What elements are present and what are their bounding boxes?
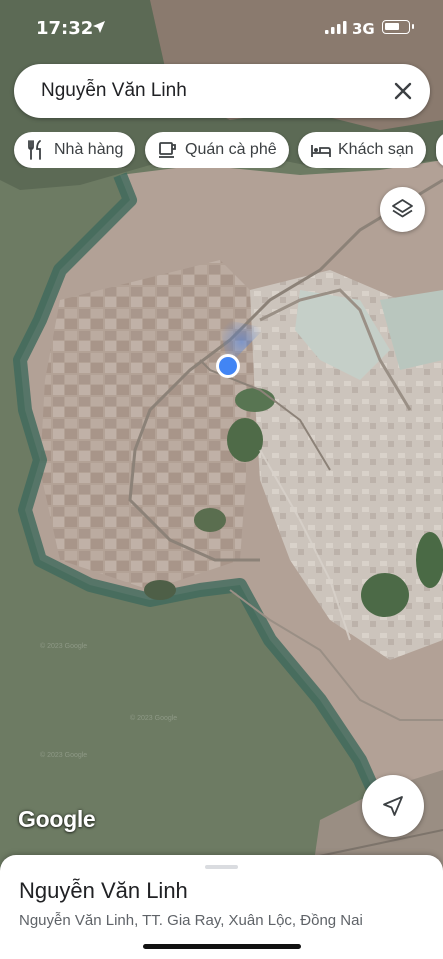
map-watermark: © 2023 Google — [40, 751, 87, 759]
status-time: 17:32 — [36, 18, 94, 39]
place-address: Nguyễn Văn Linh, TT. Gia Ray, Xuân Lộc, … — [19, 912, 363, 929]
layers-icon — [392, 199, 413, 218]
chip-label: Quán cà phê — [185, 141, 277, 158]
search-query[interactable]: Nguyễn Văn Linh — [41, 80, 187, 102]
search-bar[interactable]: Nguyễn Văn Linh — [14, 64, 430, 118]
sheet-drag-handle[interactable] — [205, 865, 238, 869]
navigation-arrow-icon — [383, 796, 403, 816]
chip-more[interactable] — [436, 132, 443, 168]
location-arrow-icon — [93, 21, 105, 33]
chip-hotels[interactable]: Khách sạn — [298, 132, 426, 168]
chip-label: Khách sạn — [338, 141, 414, 158]
close-icon[interactable] — [390, 78, 416, 104]
category-chips: Nhà hàng Quán cà phê Khách sạn — [0, 132, 443, 168]
chip-restaurants[interactable]: Nhà hàng — [14, 132, 136, 168]
google-logo: Google — [18, 806, 96, 832]
location-dot — [219, 357, 237, 375]
place-name: Nguyễn Văn Linh — [19, 878, 188, 903]
hotel-icon — [311, 145, 331, 157]
network-type: 3G — [352, 20, 375, 38]
chip-coffee[interactable]: Quán cà phê — [145, 132, 289, 168]
battery-icon — [382, 20, 414, 34]
coffee-icon — [159, 142, 176, 158]
map-watermark: © 2023 Google — [130, 714, 177, 722]
chip-label: Nhà hàng — [54, 141, 124, 158]
map-watermark: © 2023 Google — [40, 642, 87, 650]
status-bar: 17:32 3G — [0, 0, 443, 56]
home-indicator[interactable] — [143, 944, 301, 949]
layers-button[interactable] — [380, 187, 425, 232]
restaurant-icon — [28, 140, 41, 160]
signal-bars-icon — [325, 21, 347, 34]
navigate-button[interactable] — [362, 775, 424, 837]
